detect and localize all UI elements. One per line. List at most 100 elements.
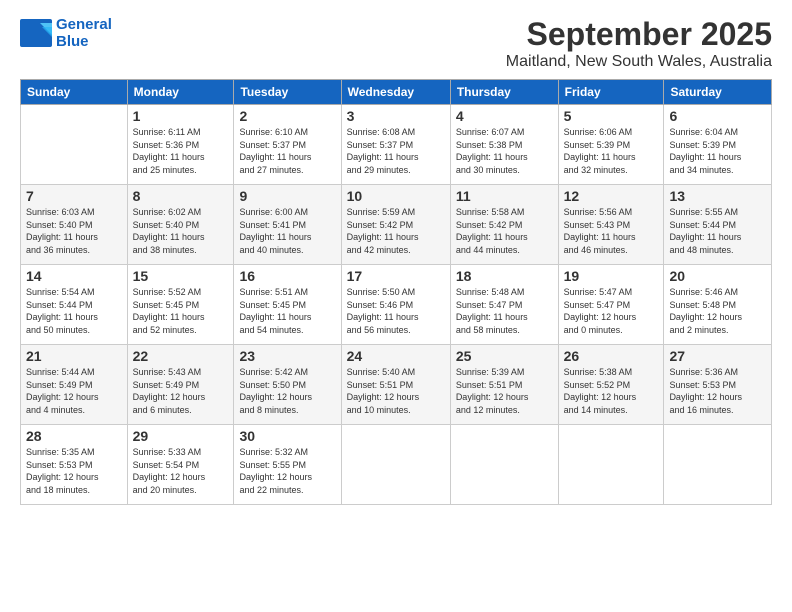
calendar-cell: 21 Sunrise: 5:44 AM Sunset: 5:49 PM Dayli… <box>21 345 128 425</box>
calendar-cell: 5Sunrise: 6:06 AM Sunset: 5:39 PM Daylig… <box>558 105 664 185</box>
day-number: 27 <box>669 348 766 364</box>
calendar-cell: 13Sunrise: 5:55 AM Sunset: 5:44 PM Dayli… <box>664 185 772 265</box>
calendar-cell: 26 Sunrise: 5:38 AM Sunset: 5:52 PM Dayli… <box>558 345 664 425</box>
day-header-monday: Monday <box>127 80 234 105</box>
day-number: 11 <box>456 188 553 204</box>
calendar-cell: 19Sunrise: 5:47 AM Sunset: 5:47 PM Dayli… <box>558 265 664 345</box>
day-header-friday: Friday <box>558 80 664 105</box>
day-info: Sunrise: 6:08 AM Sunset: 5:37 PM Dayligh… <box>347 126 445 176</box>
day-number: 26 <box>564 348 659 364</box>
logo-icon <box>20 19 52 47</box>
day-info: Sunrise: 5:32 AM Sunset: 5:55 PM Dayligh… <box>239 446 335 496</box>
week-row-3: 21 Sunrise: 5:44 AM Sunset: 5:49 PM Dayli… <box>21 345 772 425</box>
day-number: 21 <box>26 348 122 364</box>
day-number: 6 <box>669 108 766 124</box>
calendar-cell: 7 Sunrise: 6:03 AM Sunset: 5:40 PM Daylig… <box>21 185 128 265</box>
day-number: 25 <box>456 348 553 364</box>
day-number: 29 <box>133 428 229 444</box>
day-number: 16 <box>239 268 335 284</box>
day-number: 12 <box>564 188 659 204</box>
day-info: Sunrise: 5:55 AM Sunset: 5:44 PM Dayligh… <box>669 206 766 256</box>
day-info: Sunrise: 5:51 AM Sunset: 5:45 PM Dayligh… <box>239 286 335 336</box>
day-info: Sunrise: 5:56 AM Sunset: 5:43 PM Dayligh… <box>564 206 659 256</box>
calendar-cell: 9 Sunrise: 6:00 AM Sunset: 5:41 PM Daylig… <box>234 185 341 265</box>
calendar-cell: 6 Sunrise: 6:04 AM Sunset: 5:39 PM Daylig… <box>664 105 772 185</box>
day-header-thursday: Thursday <box>450 80 558 105</box>
day-info: Sunrise: 5:38 AM Sunset: 5:52 PM Dayligh… <box>564 366 659 416</box>
day-info: Sunrise: 6:04 AM Sunset: 5:39 PM Dayligh… <box>669 126 766 176</box>
day-info: Sunrise: 5:35 AM Sunset: 5:53 PM Dayligh… <box>26 446 122 496</box>
day-number: 5 <box>564 108 659 124</box>
calendar-cell: 12 Sunrise: 5:56 AM Sunset: 5:43 PM Dayli… <box>558 185 664 265</box>
calendar-cell: 11 Sunrise: 5:58 AM Sunset: 5:42 PM Dayli… <box>450 185 558 265</box>
day-info: Sunrise: 5:46 AM Sunset: 5:48 PM Dayligh… <box>669 286 766 336</box>
day-info: Sunrise: 5:54 AM Sunset: 5:44 PM Dayligh… <box>26 286 122 336</box>
day-info: Sunrise: 6:10 AM Sunset: 5:37 PM Dayligh… <box>239 126 335 176</box>
day-number: 9 <box>239 188 335 204</box>
calendar-cell: 30Sunrise: 5:32 AM Sunset: 5:55 PM Dayli… <box>234 425 341 505</box>
day-info: Sunrise: 5:44 AM Sunset: 5:49 PM Dayligh… <box>26 366 122 416</box>
day-number: 15 <box>133 268 229 284</box>
calendar-cell: 10 Sunrise: 5:59 AM Sunset: 5:42 PM Dayli… <box>341 185 450 265</box>
calendar-cell: 3 Sunrise: 6:08 AM Sunset: 5:37 PM Daylig… <box>341 105 450 185</box>
day-number: 20 <box>669 268 766 284</box>
day-header-sunday: Sunday <box>21 80 128 105</box>
day-info: Sunrise: 6:02 AM Sunset: 5:40 PM Dayligh… <box>133 206 229 256</box>
day-info: Sunrise: 5:42 AM Sunset: 5:50 PM Dayligh… <box>239 366 335 416</box>
day-number: 28 <box>26 428 122 444</box>
page: General Blue September 2025 Maitland, Ne… <box>0 0 792 612</box>
day-info: Sunrise: 6:11 AM Sunset: 5:36 PM Dayligh… <box>133 126 229 176</box>
calendar-cell: 4 Sunrise: 6:07 AM Sunset: 5:38 PM Daylig… <box>450 105 558 185</box>
day-number: 2 <box>239 108 335 124</box>
week-row-4: 28 Sunrise: 5:35 AM Sunset: 5:53 PM Dayli… <box>21 425 772 505</box>
calendar-cell <box>21 105 128 185</box>
calendar-cell: 18Sunrise: 5:48 AM Sunset: 5:47 PM Dayli… <box>450 265 558 345</box>
calendar-cell: 20 Sunrise: 5:46 AM Sunset: 5:48 PM Dayli… <box>664 265 772 345</box>
day-info: Sunrise: 5:33 AM Sunset: 5:54 PM Dayligh… <box>133 446 229 496</box>
day-number: 8 <box>133 188 229 204</box>
logo: General Blue <box>20 16 112 50</box>
day-number: 3 <box>347 108 445 124</box>
day-info: Sunrise: 5:50 AM Sunset: 5:46 PM Dayligh… <box>347 286 445 336</box>
week-row-1: 7 Sunrise: 6:03 AM Sunset: 5:40 PM Daylig… <box>21 185 772 265</box>
day-number: 7 <box>26 188 122 204</box>
calendar-cell: 2 Sunrise: 6:10 AM Sunset: 5:37 PM Daylig… <box>234 105 341 185</box>
calendar-cell: 14 Sunrise: 5:54 AM Sunset: 5:44 PM Dayli… <box>21 265 128 345</box>
calendar-cell <box>664 425 772 505</box>
calendar-cell: 29 Sunrise: 5:33 AM Sunset: 5:54 PM Dayli… <box>127 425 234 505</box>
day-number: 17 <box>347 268 445 284</box>
calendar-cell: 15 Sunrise: 5:52 AM Sunset: 5:45 PM Dayli… <box>127 265 234 345</box>
day-info: Sunrise: 5:59 AM Sunset: 5:42 PM Dayligh… <box>347 206 445 256</box>
day-header-wednesday: Wednesday <box>341 80 450 105</box>
calendar-cell: 1 Sunrise: 6:11 AM Sunset: 5:36 PM Daylig… <box>127 105 234 185</box>
day-info: Sunrise: 6:00 AM Sunset: 5:41 PM Dayligh… <box>239 206 335 256</box>
day-number: 24 <box>347 348 445 364</box>
calendar-cell: 28 Sunrise: 5:35 AM Sunset: 5:53 PM Dayli… <box>21 425 128 505</box>
day-info: Sunrise: 6:07 AM Sunset: 5:38 PM Dayligh… <box>456 126 553 176</box>
day-info: Sunrise: 5:52 AM Sunset: 5:45 PM Dayligh… <box>133 286 229 336</box>
calendar-cell: 17 Sunrise: 5:50 AM Sunset: 5:46 PM Dayli… <box>341 265 450 345</box>
day-info: Sunrise: 5:43 AM Sunset: 5:49 PM Dayligh… <box>133 366 229 416</box>
day-number: 22 <box>133 348 229 364</box>
header: General Blue September 2025 Maitland, Ne… <box>20 16 772 71</box>
day-header-tuesday: Tuesday <box>234 80 341 105</box>
day-number: 10 <box>347 188 445 204</box>
day-header-saturday: Saturday <box>664 80 772 105</box>
day-number: 19 <box>564 268 659 284</box>
day-info: Sunrise: 6:03 AM Sunset: 5:40 PM Dayligh… <box>26 206 122 256</box>
week-row-0: 1 Sunrise: 6:11 AM Sunset: 5:36 PM Daylig… <box>21 105 772 185</box>
title-block: September 2025 Maitland, New South Wales… <box>506 16 772 71</box>
calendar-cell: 23 Sunrise: 5:42 AM Sunset: 5:50 PM Dayli… <box>234 345 341 425</box>
calendar-cell <box>558 425 664 505</box>
day-number: 18 <box>456 268 553 284</box>
calendar-cell: 25Sunrise: 5:39 AM Sunset: 5:51 PM Dayli… <box>450 345 558 425</box>
month-title: September 2025 <box>506 16 772 53</box>
day-number: 14 <box>26 268 122 284</box>
logo-text: General Blue <box>56 16 112 50</box>
day-info: Sunrise: 5:58 AM Sunset: 5:42 PM Dayligh… <box>456 206 553 256</box>
day-number: 1 <box>133 108 229 124</box>
calendar-cell <box>450 425 558 505</box>
day-info: Sunrise: 5:40 AM Sunset: 5:51 PM Dayligh… <box>347 366 445 416</box>
day-number: 23 <box>239 348 335 364</box>
day-number: 4 <box>456 108 553 124</box>
